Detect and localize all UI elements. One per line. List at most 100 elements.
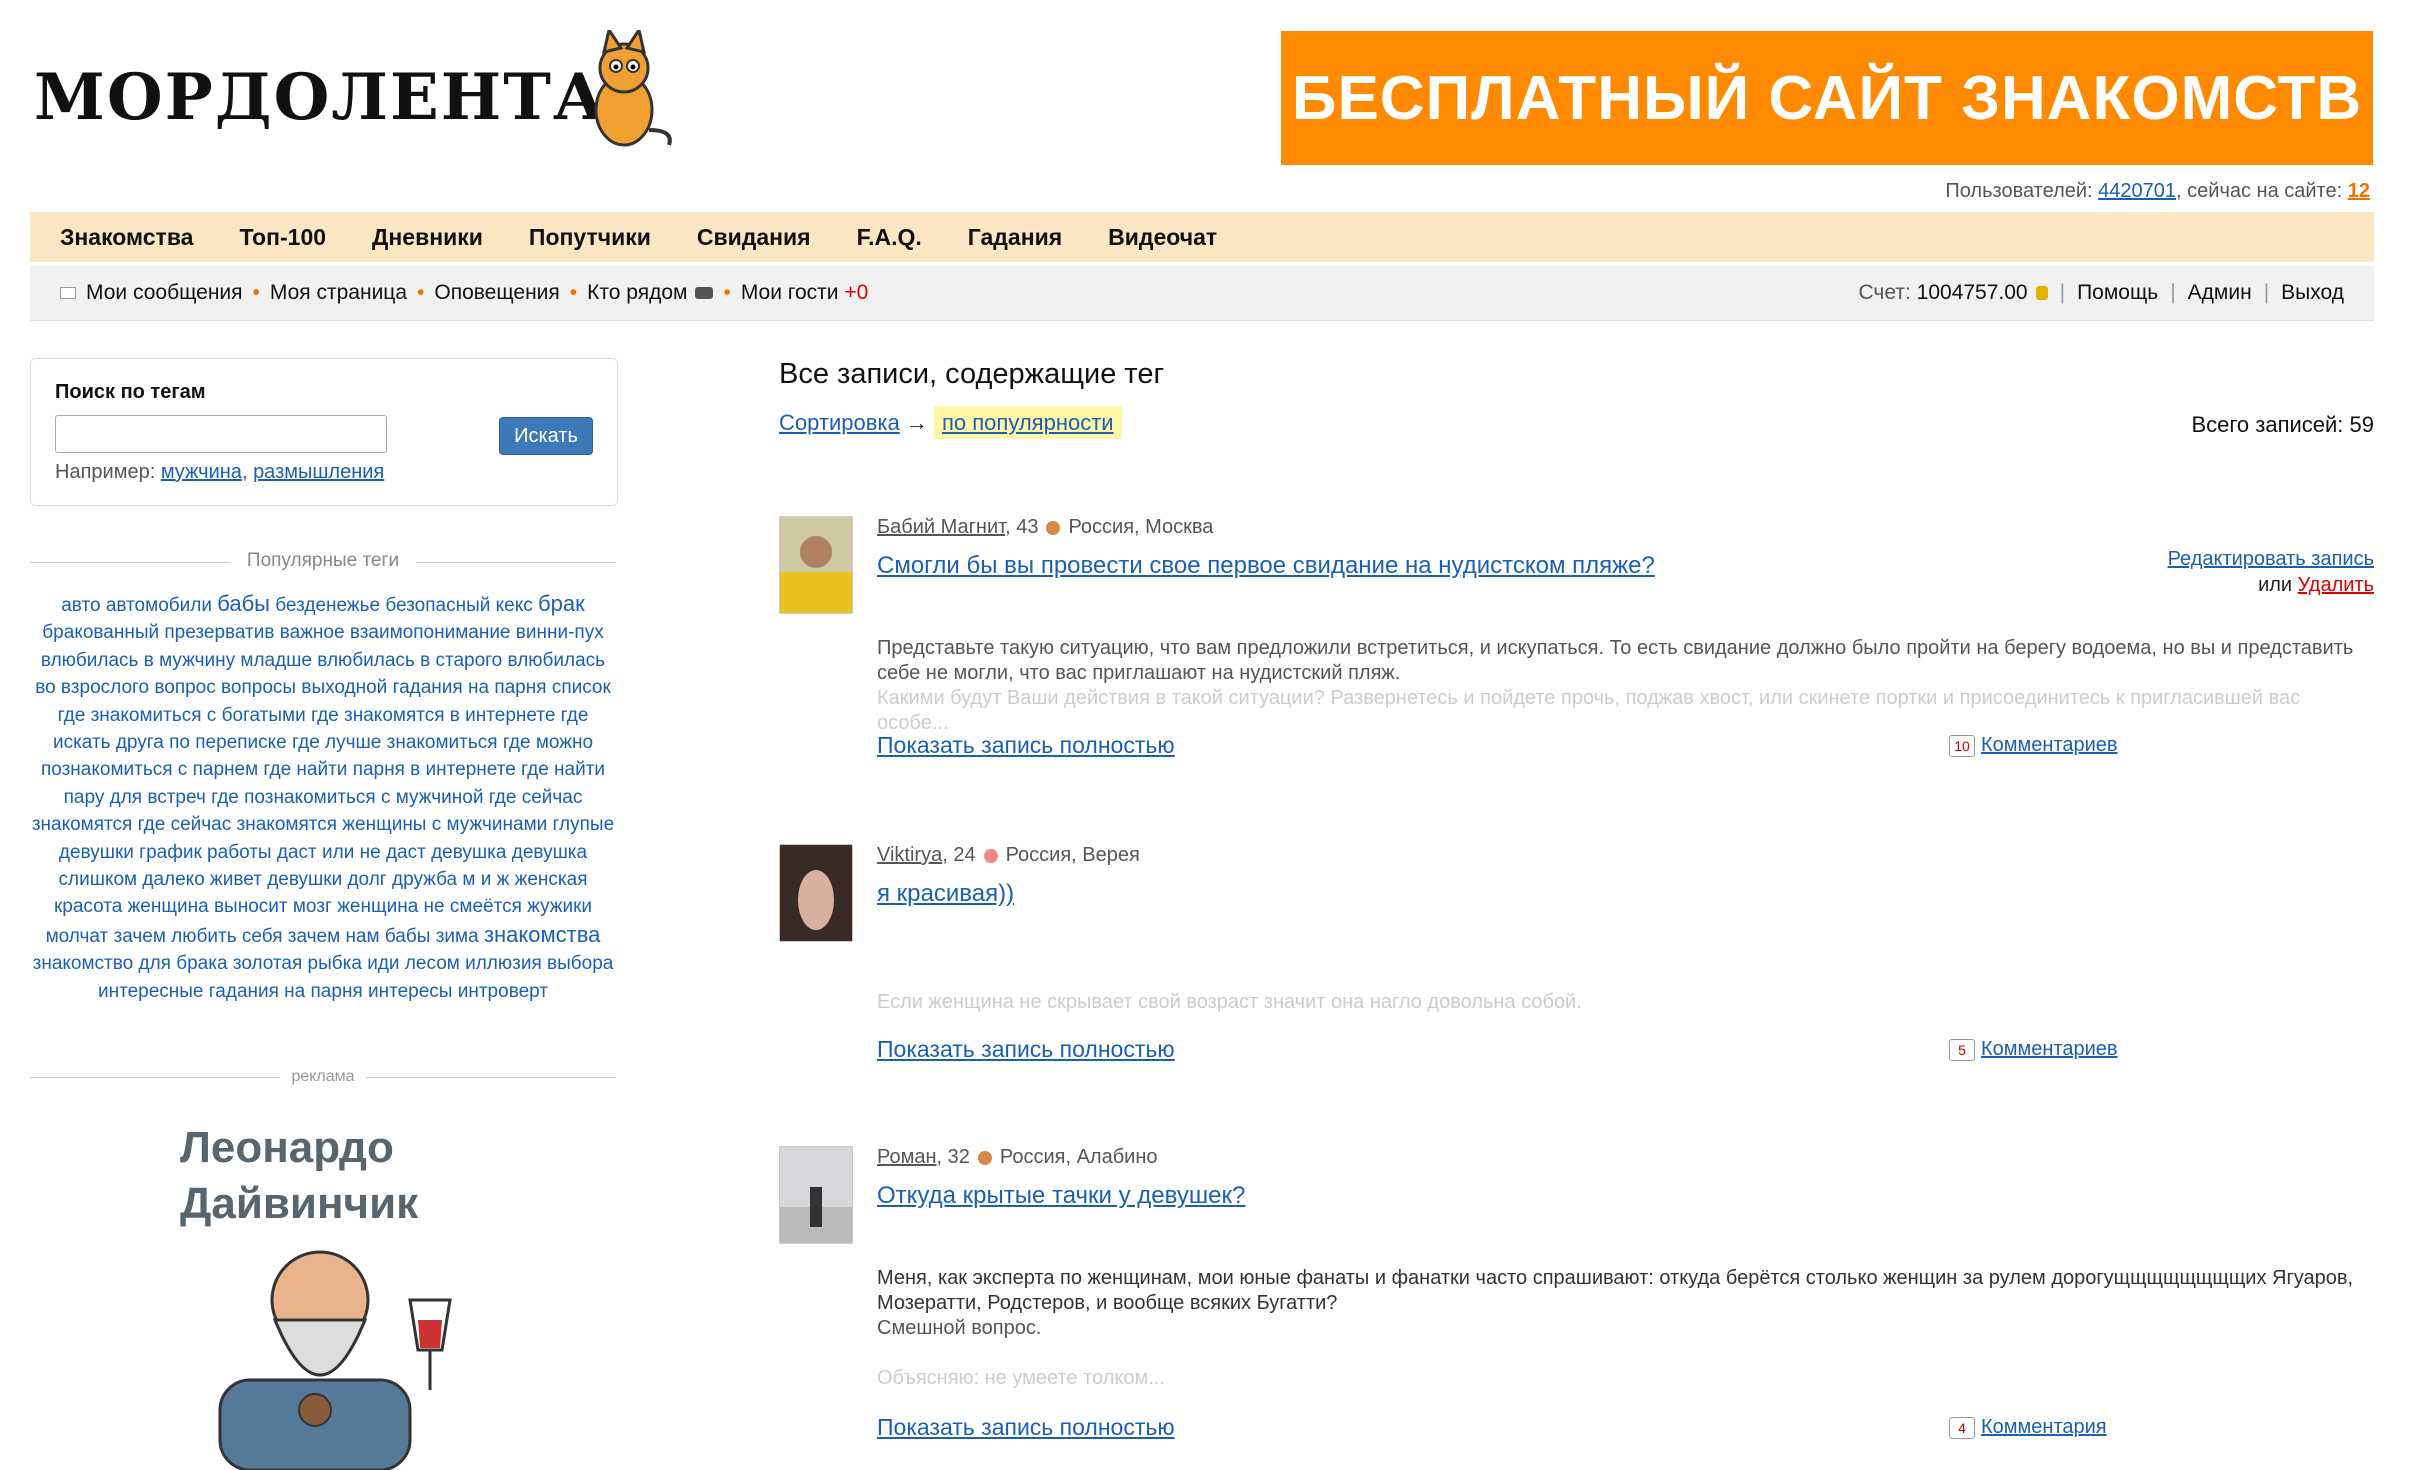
logout-link[interactable]: Выход xyxy=(2281,281,2344,305)
dating-site-banner[interactable]: БЕСПЛАТНЫЙ САЙТ ЗНАКОМСТВ xyxy=(1281,31,2373,165)
users-count-link[interactable]: 4420701 xyxy=(2098,180,2176,202)
nav-videochat[interactable]: Видеочат xyxy=(1108,224,1217,251)
post-title-link[interactable]: Откуда крытые тачки у девушек? xyxy=(877,1182,1245,1210)
my-guests-link[interactable]: Мои гости xyxy=(741,281,839,305)
popular-tags-title: Популярные теги xyxy=(30,550,616,572)
notifications-link[interactable]: Оповещения xyxy=(434,281,559,305)
tag-link[interactable]: взаимопонимание xyxy=(350,622,511,643)
tag-link[interactable]: влюбилась в мужчину xyxy=(41,650,235,671)
tag-link[interactable]: авто xyxy=(61,595,100,616)
tag-link[interactable]: список xyxy=(552,677,611,698)
tag-link[interactable]: интересные гадания на парня xyxy=(98,981,363,1002)
post-title-link[interactable]: я красивая)) xyxy=(877,880,1014,908)
nav-dates[interactable]: Свидания xyxy=(697,224,811,251)
tag-link[interactable]: безопасный xyxy=(385,595,490,616)
admin-link[interactable]: Админ xyxy=(2188,281,2252,305)
nearby-link[interactable]: Кто рядом xyxy=(587,281,687,305)
tag-link[interactable]: где знакомиться с богатыми xyxy=(58,705,306,726)
tag-link[interactable]: зачем любить себя xyxy=(114,926,283,947)
balance-value: 1004757.00 xyxy=(1916,281,2028,304)
tag-link[interactable]: где лучше знакомиться xyxy=(292,732,498,753)
tag-link[interactable]: даст или не даст xyxy=(277,842,426,863)
online-count-link[interactable]: 12 xyxy=(2348,180,2370,202)
author-name-link[interactable]: Роман xyxy=(877,1146,937,1168)
leonardo-ad[interactable]: Леонардо Дайвинчик xyxy=(170,1120,500,1470)
old-man-illustration-icon xyxy=(218,1250,452,1470)
help-link[interactable]: Помощь xyxy=(2077,281,2158,305)
tag-link[interactable]: м и ж xyxy=(462,869,509,890)
sort-label-link[interactable]: Сортировка xyxy=(779,410,900,435)
tag-link[interactable]: где знакомятся в интернете xyxy=(311,705,555,726)
tag-link[interactable]: автомобили xyxy=(106,595,212,616)
tag-link[interactable]: винни-пух xyxy=(516,622,604,643)
site-logo[interactable]: МОРДОЛЕНТА xyxy=(34,30,672,160)
tag-link[interactable]: презерватив xyxy=(164,622,274,643)
separator-dot: • xyxy=(417,281,425,304)
nav-dating[interactable]: Знакомства xyxy=(60,224,193,251)
tag-link[interactable]: безденежье xyxy=(275,595,380,616)
tag-link[interactable]: золотая рыбка xyxy=(233,953,362,974)
separator-dot: • xyxy=(723,281,731,304)
show-full-post-link[interactable]: Показать запись полностью xyxy=(877,1036,1175,1063)
tag-link[interactable]: знакомства xyxy=(484,922,600,947)
my-messages-link[interactable]: Мои сообщения xyxy=(86,281,243,305)
example-tag-link[interactable]: размышления xyxy=(253,461,384,483)
nav-fortune[interactable]: Гадания xyxy=(968,224,1062,251)
tag-link[interactable]: где сейчас знакомятся женщины с мужчинам… xyxy=(138,814,548,835)
tag-link[interactable]: выходной xyxy=(301,677,387,698)
show-full-post-link[interactable]: Показать запись полностью xyxy=(877,732,1175,759)
tag-link[interactable]: долг xyxy=(347,869,386,890)
tag-link[interactable]: молчат xyxy=(46,926,109,947)
tag-link[interactable]: зачем нам бабы xyxy=(288,926,431,947)
tag-link[interactable]: дружба xyxy=(392,869,457,890)
tag-link[interactable]: брак xyxy=(538,591,585,616)
nav-diaries[interactable]: Дневники xyxy=(372,224,483,251)
tag-link[interactable]: девушки xyxy=(267,869,342,890)
search-button[interactable]: Искать xyxy=(499,417,593,455)
tag-link[interactable]: где познакомиться с мужчиной xyxy=(211,787,483,808)
ad-label: реклама xyxy=(30,1068,616,1086)
example-tag-link[interactable]: мужчина xyxy=(161,461,242,483)
nav-top100[interactable]: Топ-100 xyxy=(239,224,326,251)
tag-link[interactable]: вопрос xyxy=(154,677,215,698)
avatar[interactable] xyxy=(779,1146,853,1244)
comments-link[interactable]: 5 Комментариев xyxy=(1949,1038,2118,1061)
tag-link[interactable]: график работы xyxy=(139,842,271,863)
tag-link[interactable]: кекс xyxy=(496,595,533,616)
comments-link[interactable]: 10 Комментариев xyxy=(1949,734,2118,757)
tag-link[interactable]: зима xyxy=(436,926,479,947)
tag-link[interactable]: влюбилась в старого xyxy=(317,650,502,671)
tag-link[interactable]: знакомство для брака xyxy=(33,953,228,974)
show-full-post-link[interactable]: Показать запись полностью xyxy=(877,1414,1175,1441)
edit-post-link[interactable]: Редактировать запись xyxy=(2168,548,2374,570)
sort-by-popularity-link[interactable]: по популярности xyxy=(942,410,1114,435)
my-page-link[interactable]: Моя страница xyxy=(270,281,407,305)
tag-link[interactable]: интересы xyxy=(368,981,452,1002)
tag-link[interactable]: жужики xyxy=(527,896,592,917)
avatar[interactable] xyxy=(779,516,853,614)
tag-search-box: Поиск по тегам Искать Например: мужчина,… xyxy=(30,358,618,506)
tag-link[interactable]: иди лесом xyxy=(367,953,460,974)
avatar[interactable] xyxy=(779,844,853,942)
tag-link[interactable]: вопросы xyxy=(221,677,296,698)
tag-search-input[interactable] xyxy=(55,415,387,453)
tag-link[interactable]: женщина выносит мозг xyxy=(128,896,332,917)
nav-faq[interactable]: F.A.Q. xyxy=(857,224,922,251)
tag-link[interactable]: гадания на парня xyxy=(393,677,547,698)
nav-companions[interactable]: Попутчики xyxy=(529,224,651,251)
comments-link[interactable]: 4 Комментария xyxy=(1949,1416,2107,1439)
tag-link[interactable]: бабы xyxy=(217,591,270,616)
author-name-link[interactable]: Бабий Магнит xyxy=(877,516,1005,538)
tag-link[interactable]: интроверт xyxy=(458,981,548,1002)
tag-link[interactable]: девушка xyxy=(431,842,506,863)
author-name-link[interactable]: Viktirya xyxy=(877,844,942,866)
post-title-link[interactable]: Смогли бы вы провести свое первое свидан… xyxy=(877,552,1655,580)
tag-link[interactable]: женщина не смеётся xyxy=(337,896,522,917)
user-subnav: Мои сообщения • Моя страница • Оповещени… xyxy=(30,266,2374,321)
delete-post-link[interactable]: Удалить xyxy=(2298,574,2374,596)
tag-link[interactable]: важное xyxy=(280,622,345,643)
tag-link[interactable]: где найти парня в интернете xyxy=(263,759,515,780)
tag-link[interactable]: иллюзия выбора xyxy=(465,953,613,974)
tag-link[interactable]: младше xyxy=(240,650,312,671)
tag-link[interactable]: бракованный xyxy=(42,622,159,643)
